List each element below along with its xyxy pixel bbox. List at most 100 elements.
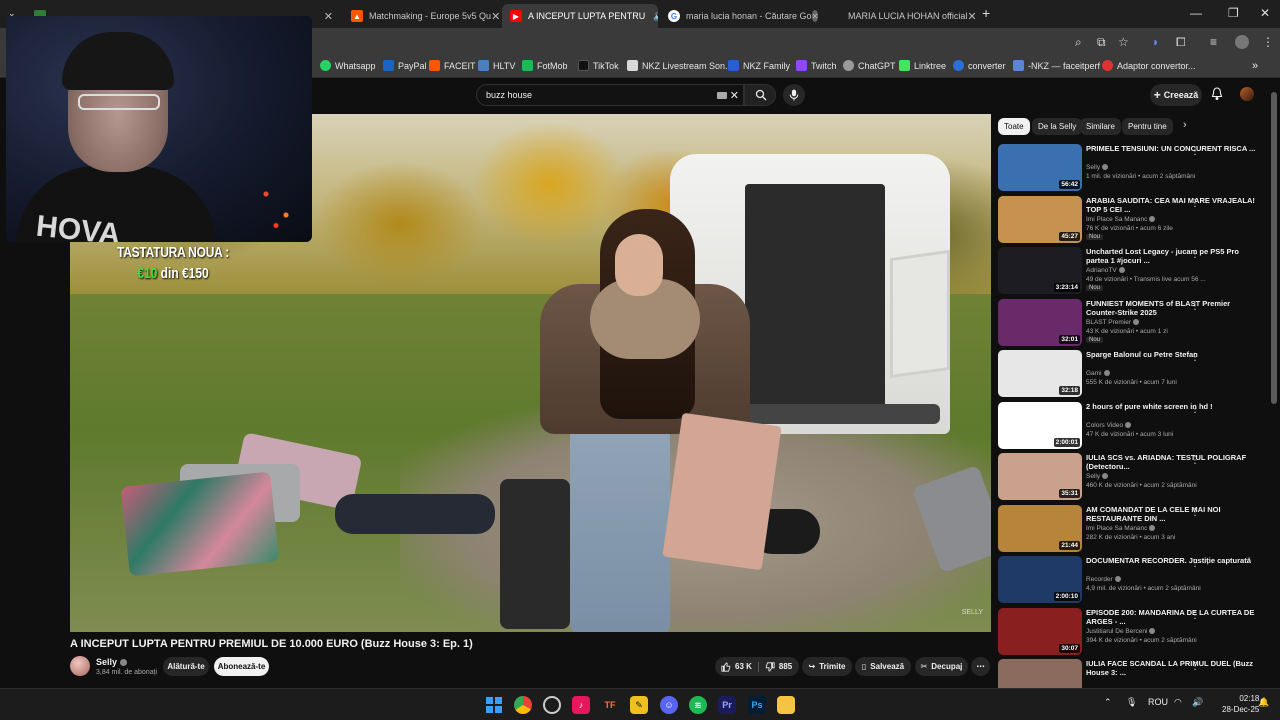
recommendation-title[interactable]: DOCUMENTAR RECORDER. Justiție capturată bbox=[1086, 556, 1258, 565]
premiere-icon[interactable]: Pr bbox=[718, 696, 736, 714]
recommendation-title[interactable]: Sparge Balonul cu Petre Stefan bbox=[1086, 350, 1258, 359]
close-icon[interactable]: ✕ bbox=[324, 10, 333, 23]
bookmark-paypal[interactable]: PayPal bbox=[383, 60, 427, 71]
new-tab-button[interactable]: + bbox=[982, 5, 990, 21]
speaker-icon[interactable]: 🔈 bbox=[653, 11, 658, 22]
tab-matchmaking[interactable]: ▲ Matchmaking - Europe 5v5 Qu ✕ bbox=[343, 4, 500, 28]
extension-icon[interactable]: ◗ bbox=[1152, 35, 1159, 49]
bookmark-nkz-livestream[interactable]: NKZ Livestream Son... bbox=[627, 60, 733, 71]
dislike-button[interactable]: 885 bbox=[759, 661, 792, 672]
keyboard-language[interactable]: ROU bbox=[1148, 697, 1168, 707]
more-vertical-icon[interactable]: ⋮ bbox=[1190, 249, 1200, 260]
recommendation-title[interactable]: PRIMELE TENSIUNI: UN CONCURENT RISCA ... bbox=[1086, 144, 1258, 153]
extensions-puzzle-icon[interactable]: ⧠ bbox=[1176, 35, 1186, 50]
restore-icon[interactable]: ❐ bbox=[1228, 6, 1239, 20]
profile-avatar[interactable] bbox=[1235, 35, 1249, 49]
recommendation-item[interactable]: 2:00:01 2 hours of pure white screen in h… bbox=[998, 401, 1270, 450]
bookmark-fotmob[interactable]: FotMob bbox=[522, 60, 568, 71]
video-thumbnail[interactable]: 32:18 bbox=[998, 350, 1082, 397]
bookmark-adaptor[interactable]: Adaptor convertor... bbox=[1102, 60, 1196, 71]
video-thumbnail[interactable]: 2:00:01 bbox=[998, 401, 1082, 449]
menu-kebab-icon[interactable]: ⋮ bbox=[1262, 35, 1274, 49]
search-box[interactable]: buzz house ✕ bbox=[476, 84, 744, 106]
recommendation-title[interactable]: IULIA FACE SCANDAL LA PRIMUL DUEL (Buzz … bbox=[1086, 659, 1258, 677]
channel-name[interactable]: Selly bbox=[96, 657, 128, 667]
chip-from-selly[interactable]: De la Selly bbox=[1032, 118, 1083, 135]
subscribe-button[interactable]: Abonează-te bbox=[214, 657, 269, 676]
microphone-tray-icon[interactable]: 🎙 bbox=[1126, 697, 1137, 708]
more-vertical-icon[interactable]: ⋮ bbox=[1190, 404, 1200, 415]
recommendation-channel[interactable]: Recorder bbox=[1086, 576, 1121, 583]
chip-for-you[interactable]: Pentru tine bbox=[1122, 118, 1173, 135]
account-avatar[interactable] bbox=[1240, 87, 1254, 101]
bookmark-whatsapp[interactable]: Whatsapp bbox=[320, 60, 376, 71]
chip-all[interactable]: Toate bbox=[998, 118, 1030, 135]
join-button[interactable]: Alăturǎ-te bbox=[163, 657, 209, 676]
bookmark-twitch[interactable]: Twitch bbox=[796, 60, 837, 71]
spotify-icon[interactable]: ≋ bbox=[689, 696, 707, 714]
bookmark-nkz-family[interactable]: NKZ Family bbox=[728, 60, 790, 71]
more-vertical-icon[interactable]: ⋮ bbox=[1190, 352, 1200, 363]
video-thumbnail[interactable]: 3:23:14 bbox=[998, 247, 1082, 294]
more-vertical-icon[interactable]: ⋮ bbox=[1190, 661, 1200, 672]
more-vertical-icon[interactable]: ⋮ bbox=[1190, 301, 1200, 312]
recommendation-title[interactable]: IULIA SCS vs. ARIADNA: TESTUL POLIGRAF (… bbox=[1086, 453, 1258, 471]
recommendation-item[interactable]: 35:31 IULIA SCS vs. ARIADNA: TESTUL POLIG… bbox=[998, 453, 1270, 501]
chip-similar[interactable]: Similare bbox=[1080, 118, 1121, 135]
recommendation-item[interactable]: 2:00:10 DOCUMENTAR RECORDER. Justiție cap… bbox=[998, 556, 1270, 604]
notification-bell-icon[interactable]: 🔔 bbox=[1258, 697, 1269, 708]
file-explorer-icon[interactable] bbox=[777, 696, 795, 714]
bookmarks-overflow-icon[interactable]: » bbox=[1252, 60, 1258, 72]
notifications-bell-icon[interactable] bbox=[1211, 87, 1223, 101]
video-thumbnail[interactable]: 21:44 bbox=[998, 504, 1082, 552]
video-thumbnail[interactable]: 2:00:10 bbox=[998, 556, 1082, 603]
close-icon[interactable]: ✕ bbox=[967, 10, 976, 23]
share-button[interactable]: ↪ Trimite bbox=[802, 657, 852, 676]
window-close-icon[interactable]: ✕ bbox=[1260, 6, 1270, 20]
more-vertical-icon[interactable]: ⋮ bbox=[1190, 455, 1200, 466]
recommendation-channel[interactable]: Justitiarul De Berceni bbox=[1086, 628, 1156, 635]
more-vertical-icon[interactable]: ⋮ bbox=[1190, 198, 1200, 209]
recommendation-title[interactable]: FUNNIEST MOMENTS of BLAST Premier Counte… bbox=[1086, 299, 1258, 317]
bookmark-converter[interactable]: converter bbox=[953, 60, 1006, 71]
tf-app-icon[interactable]: TF bbox=[601, 696, 619, 714]
bookmark-star-icon[interactable]: ☆ bbox=[1118, 35, 1129, 49]
video-thumbnail[interactable]: 30:07 bbox=[998, 607, 1082, 655]
bookmark-hltv[interactable]: HLTV bbox=[478, 60, 515, 71]
recommendation-channel[interactable]: Imi Place Sa Mananc bbox=[1086, 525, 1156, 532]
close-icon[interactable]: ✕ bbox=[491, 10, 500, 23]
recommendation-channel[interactable]: Selly bbox=[1086, 473, 1109, 480]
minimize-icon[interactable]: — bbox=[1190, 6, 1202, 20]
tab-maria-lucia[interactable]: MARIA LUCIA HOHAN official ✕ bbox=[822, 4, 977, 28]
tiktok-live-icon[interactable]: ♪ bbox=[572, 696, 590, 714]
recommendation-item[interactable]: 21:44 AM COMANDAT DE LA CELE MAI NOI REST… bbox=[998, 504, 1270, 553]
search-button[interactable] bbox=[744, 84, 776, 106]
system-clock[interactable]: 02:18 28-Dec-25 bbox=[1222, 693, 1259, 715]
bookmark-tiktok[interactable]: TikTok bbox=[578, 60, 619, 71]
tray-chevron-icon[interactable]: ⌃ bbox=[1104, 697, 1112, 708]
recommendation-channel[interactable]: Gami bbox=[1086, 370, 1110, 377]
channel-avatar[interactable] bbox=[70, 656, 90, 676]
video-thumbnail[interactable]: 32:01 bbox=[998, 298, 1082, 346]
more-vertical-icon[interactable]: ⋮ bbox=[1190, 507, 1200, 518]
tab-youtube-active[interactable]: ▶ A INCEPUT LUPTA PENTRU 🔈 ✕ bbox=[502, 4, 658, 28]
bookmark-linktree[interactable]: Linktree bbox=[899, 60, 946, 71]
bookmark-chatgpt[interactable]: ChatGPT bbox=[843, 60, 896, 71]
save-button[interactable]: ▯ Salvează bbox=[855, 657, 911, 676]
recommendation-item[interactable]: 32:18 Sparge Balonul cu Petre Stefan Gami 5… bbox=[998, 350, 1270, 398]
windows-start-icon[interactable] bbox=[485, 696, 503, 714]
recommendation-channel[interactable]: BLAST Premier bbox=[1086, 319, 1140, 326]
create-button[interactable]: + Creează bbox=[1150, 84, 1202, 106]
bookmark-faceit[interactable]: FACEIT bbox=[429, 60, 476, 71]
recommendation-title[interactable]: EPISODE 200: MANDARINA DE LA CURTEA DE A… bbox=[1086, 608, 1258, 626]
more-vertical-icon[interactable]: ⋮ bbox=[1190, 558, 1200, 569]
video-thumbnail[interactable]: 35:31 bbox=[998, 453, 1082, 500]
close-icon[interactable]: ✕ bbox=[811, 10, 819, 22]
search-input[interactable]: buzz house bbox=[486, 90, 532, 100]
recommendation-item[interactable]: 45:27 ARABIA SAUDITA: CEA MAI MARE VRAJEA… bbox=[998, 195, 1270, 244]
recommendation-title[interactable]: AM COMANDAT DE LA CELE MAI NOI RESTAURAN… bbox=[1086, 505, 1258, 523]
zoom-icon[interactable]: ⌕ bbox=[1075, 35, 1082, 50]
chrome-icon[interactable] bbox=[514, 696, 532, 714]
voice-search-button[interactable] bbox=[783, 84, 805, 106]
recommendation-item[interactable]: 56:42 PRIMELE TENSIUNI: UN CONCURENT RISC… bbox=[998, 144, 1270, 192]
